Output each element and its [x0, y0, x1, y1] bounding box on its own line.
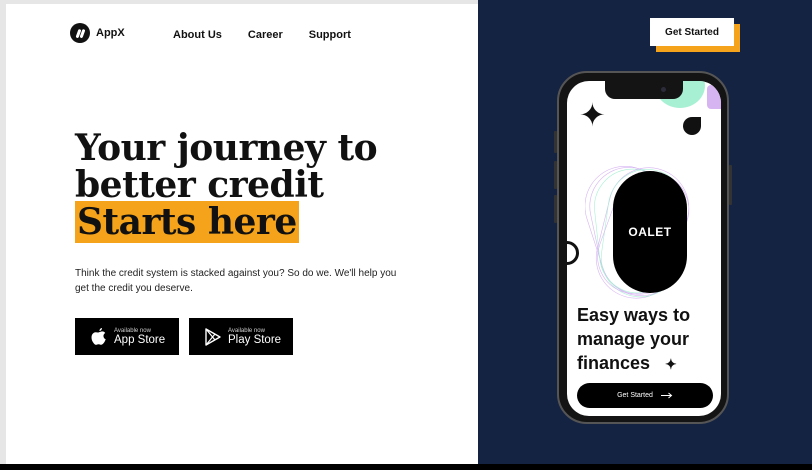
- get-started-label[interactable]: Get Started: [650, 18, 734, 46]
- nav-career[interactable]: Career: [248, 29, 283, 41]
- bottom-bar: [0, 464, 812, 470]
- phone-screen: ✦ OALET Easy ways to manage your finance…: [567, 81, 721, 416]
- hero-title-highlight: Starts here: [75, 201, 299, 243]
- play-store-label: Play Store: [228, 333, 282, 346]
- phone-mockup: ✦ OALET Easy ways to manage your finance…: [554, 71, 732, 424]
- main-nav: About Us Career Support: [173, 29, 351, 41]
- play-store-text: Available now Play Store: [228, 328, 281, 346]
- hero-title: Your journey to better credit Starts her…: [75, 127, 378, 243]
- drop-shape: [683, 117, 701, 135]
- logo-icon: [70, 23, 90, 43]
- hero-title-line-1: Your journey to: [75, 127, 378, 169]
- nav-support[interactable]: Support: [309, 29, 351, 41]
- phone-headline-line-3: finances: [577, 353, 651, 373]
- ring-shape: [567, 241, 579, 265]
- phone-side-button: [554, 195, 557, 223]
- oalet-card: OALET: [613, 171, 687, 293]
- app-store-text: Available now App Store: [114, 328, 165, 346]
- phone-side-button: [554, 161, 557, 189]
- phone-notch: [605, 81, 683, 99]
- play-store-button[interactable]: Available now Play Store: [189, 318, 293, 355]
- sparkle-icon: ✦: [665, 356, 677, 372]
- app-store-label: App Store: [114, 333, 166, 346]
- camera-icon: [661, 87, 666, 92]
- phone-power-button: [729, 165, 732, 205]
- apple-icon: [91, 328, 106, 345]
- hero-title-line-2: better credit: [75, 164, 324, 206]
- logo[interactable]: AppX: [70, 23, 125, 43]
- app-store-button[interactable]: Available now App Store: [75, 318, 179, 355]
- phone-side-button: [554, 131, 557, 153]
- phone-cta-label: Get Started: [617, 392, 653, 399]
- play-store-icon: [205, 327, 221, 346]
- phone-get-started-button[interactable]: Get Started: [577, 383, 713, 408]
- hero-subtitle: Think the credit system is stacked again…: [75, 268, 397, 294]
- get-started-button-top[interactable]: Get Started: [650, 18, 740, 52]
- sparkle-icon: ✦: [579, 97, 606, 133]
- arrow-right-icon: [660, 392, 673, 399]
- nav-about-us[interactable]: About Us: [173, 29, 222, 41]
- phone-headline: Easy ways to manage your finances ✦: [577, 303, 717, 376]
- page: AppX About Us Career Support Get Started…: [0, 0, 812, 470]
- phone-headline-line-2: manage your: [577, 329, 690, 349]
- logo-text: AppX: [96, 27, 125, 39]
- lavender-shape: [707, 85, 721, 109]
